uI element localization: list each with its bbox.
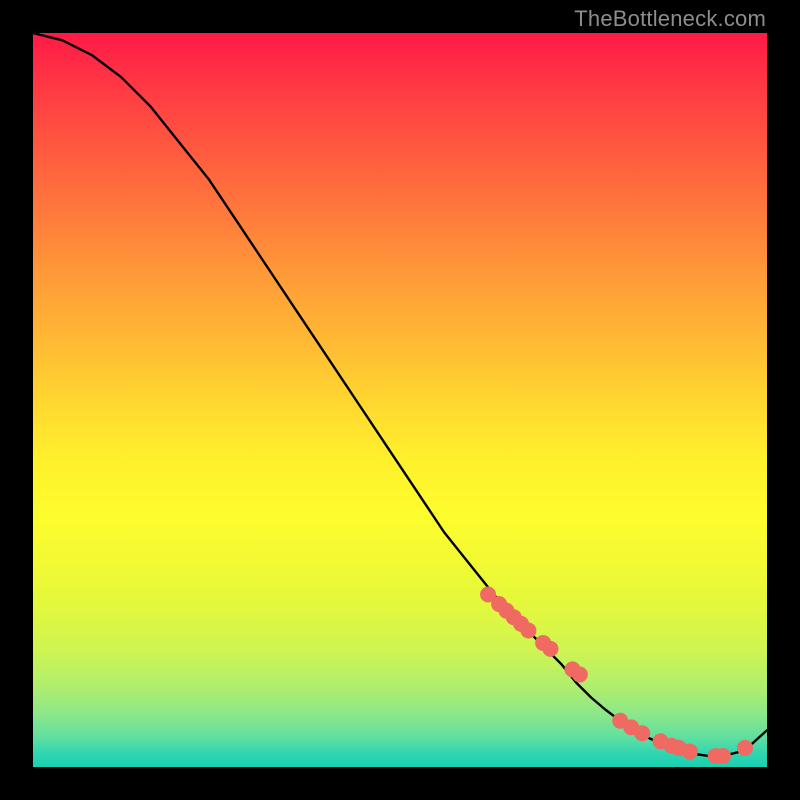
plot-area [33, 33, 767, 767]
watermark-text: TheBottleneck.com [574, 6, 766, 32]
highlight-dot [737, 740, 753, 756]
highlight-dot [715, 748, 731, 764]
marker-group [480, 587, 753, 764]
highlight-dot [520, 622, 536, 638]
highlight-dot [572, 667, 588, 683]
curve-svg [33, 33, 767, 767]
highlight-dot [634, 725, 650, 741]
highlight-dot [682, 744, 698, 760]
bottleneck-curve-path [33, 33, 767, 756]
highlight-dot [542, 641, 558, 657]
chart-stage: TheBottleneck.com [0, 0, 800, 800]
